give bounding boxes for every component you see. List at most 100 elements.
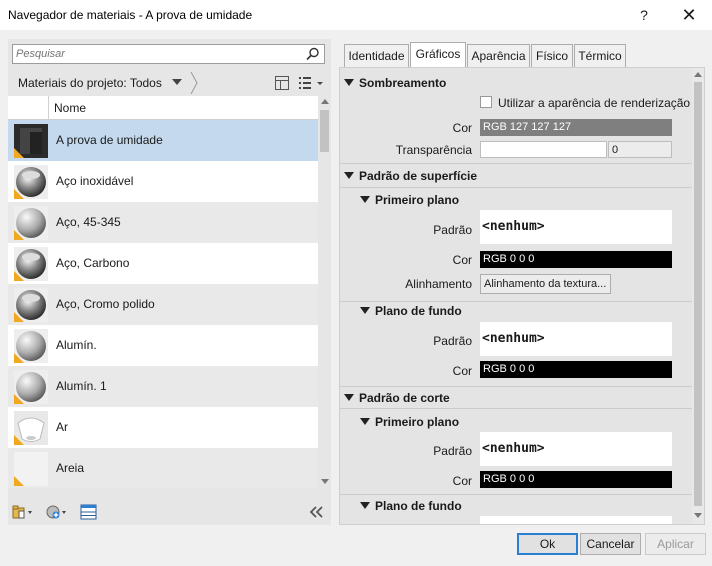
- ok-button[interactable]: Ok: [517, 533, 578, 555]
- material-name: Alumín. 1: [56, 379, 107, 393]
- material-name: Aço inoxidável: [56, 174, 134, 188]
- transparency-slider[interactable]: [480, 141, 607, 158]
- collapse-triangle-icon[interactable]: [344, 394, 354, 401]
- material-list[interactable]: Nome A prova de umidade Aço inoxidável Aço…: [8, 96, 318, 488]
- collapse-panel-icon[interactable]: [306, 504, 328, 520]
- material-name: A prova de umidade: [56, 133, 163, 147]
- section-surface-title: Padrão de superfície: [359, 169, 478, 183]
- material-thumbnail-icon: [14, 288, 48, 322]
- open-library-icon[interactable]: [12, 504, 34, 520]
- material-name: Areia: [56, 461, 85, 475]
- material-name: Alumín.: [56, 338, 97, 352]
- material-thumbnail-icon: [14, 329, 48, 363]
- list-item[interactable]: Areia: [8, 448, 318, 488]
- list-item[interactable]: Aço inoxidável: [8, 161, 318, 202]
- chevron-down-icon[interactable]: [172, 79, 182, 85]
- scroll-up-arrow-icon[interactable]: [694, 72, 702, 77]
- search-icon[interactable]: [306, 47, 320, 61]
- material-name: Ar: [56, 420, 68, 434]
- texture-alignment-button[interactable]: Alinhamento da textura...: [480, 274, 611, 294]
- surface-bg-color-swatch[interactable]: RGB 0 0 0: [480, 361, 672, 378]
- scroll-up-arrow-icon[interactable]: [321, 99, 329, 104]
- separator: [340, 187, 692, 188]
- surface-bg-pattern-box[interactable]: <nenhum>: [480, 322, 672, 356]
- help-button[interactable]: ?: [632, 5, 656, 25]
- tab-aparencia[interactable]: Aparência: [467, 44, 530, 67]
- shading-color-swatch[interactable]: RGB 127 127 127: [480, 119, 672, 136]
- subsection-surface-background[interactable]: Plano de fundo: [360, 304, 462, 318]
- collapse-triangle-icon[interactable]: [344, 79, 354, 86]
- separator: [340, 386, 692, 387]
- section-cut-pattern[interactable]: Padrão de corte: [344, 391, 450, 405]
- surface-fg-align-label: Alinhamento: [405, 277, 472, 291]
- scroll-down-arrow-icon[interactable]: [321, 479, 329, 484]
- section-shading[interactable]: Sombreamento: [344, 76, 446, 90]
- cut-fg-pattern-box[interactable]: <nenhum>: [480, 432, 672, 466]
- subsection-title: Plano de fundo: [375, 499, 462, 513]
- breadcrumb-separator-icon: [190, 72, 198, 94]
- surface-fg-color-swatch[interactable]: RGB 0 0 0: [480, 251, 672, 268]
- list-item[interactable]: Aço, Carbono: [8, 243, 318, 284]
- tab-graficos[interactable]: Gráficos: [410, 42, 466, 68]
- list-header[interactable]: Nome: [8, 96, 318, 120]
- cancel-button[interactable]: Cancelar: [580, 533, 641, 555]
- search-box[interactable]: [12, 44, 325, 64]
- collapse-triangle-icon[interactable]: [360, 418, 370, 425]
- library-toolbar: [8, 500, 331, 525]
- material-name: Aço, Carbono: [56, 256, 130, 270]
- surface-bg-color-label: Cor: [452, 364, 472, 378]
- collapse-triangle-icon[interactable]: [344, 172, 354, 179]
- cut-bg-pattern-box[interactable]: [480, 516, 672, 524]
- subsection-title: Primeiro plano: [375, 415, 460, 429]
- material-name: Aço, 45-345: [56, 215, 121, 229]
- list-item[interactable]: Aço, Cromo polido: [8, 284, 318, 325]
- use-render-appearance-checkbox[interactable]: [480, 96, 492, 108]
- breadcrumb-label: Materiais do projeto: Todos: [18, 76, 162, 90]
- surface-fg-color-label: Cor: [452, 253, 472, 267]
- section-cut-title: Padrão de corte: [359, 391, 450, 405]
- tab-identidade[interactable]: Identidade: [344, 44, 409, 67]
- material-thumbnail-icon: [14, 165, 48, 199]
- name-column-header[interactable]: Nome: [54, 101, 86, 115]
- collapse-triangle-icon[interactable]: [360, 502, 370, 509]
- transparency-value-field[interactable]: 0: [608, 141, 672, 158]
- separator: [340, 408, 692, 409]
- subsection-surface-foreground[interactable]: Primeiro plano: [360, 193, 459, 207]
- list-scrollbar[interactable]: [318, 96, 331, 488]
- search-input[interactable]: [16, 47, 296, 61]
- subsection-title: Plano de fundo: [375, 304, 462, 318]
- window-title: Navegador de materiais - A prova de umid…: [8, 8, 253, 22]
- tab-termico[interactable]: Térmico: [574, 44, 626, 67]
- material-editor-icon[interactable]: [80, 504, 102, 520]
- cut-fg-color-swatch[interactable]: RGB 0 0 0: [480, 471, 672, 488]
- create-material-icon[interactable]: [46, 504, 68, 520]
- cut-fg-color-label: Cor: [452, 474, 472, 488]
- material-thumbnail-icon: [14, 247, 48, 281]
- material-thumbnail-icon: [14, 411, 48, 445]
- subsection-title: Primeiro plano: [375, 193, 460, 207]
- collapse-triangle-icon[interactable]: [360, 307, 370, 314]
- close-button[interactable]: ✕: [674, 5, 704, 25]
- scrollbar-thumb[interactable]: [320, 110, 329, 152]
- list-view-icon[interactable]: [298, 76, 326, 90]
- panel-toggle-icon[interactable]: [275, 76, 289, 90]
- list-item[interactable]: A prova de umidade: [8, 120, 318, 161]
- list-item[interactable]: Alumín. 1: [8, 366, 318, 407]
- material-thumbnail-icon: [14, 452, 48, 486]
- section-surface-pattern[interactable]: Padrão de superfície: [344, 169, 477, 183]
- material-name: Aço, Cromo polido: [56, 297, 155, 311]
- apply-button[interactable]: Aplicar: [645, 533, 706, 555]
- collapse-triangle-icon[interactable]: [360, 196, 370, 203]
- transparency-label: Transparência: [395, 143, 472, 157]
- scrollbar-thumb[interactable]: [694, 82, 702, 506]
- surface-fg-pattern-box[interactable]: <nenhum>: [480, 210, 672, 244]
- subsection-cut-foreground[interactable]: Primeiro plano: [360, 415, 459, 429]
- tab-fisico[interactable]: Físico: [531, 44, 573, 67]
- list-item[interactable]: Aço, 45-345: [8, 202, 318, 243]
- scroll-down-arrow-icon[interactable]: [694, 513, 702, 518]
- properties-scrollbar[interactable]: [692, 68, 704, 524]
- list-item[interactable]: Alumín.: [8, 325, 318, 366]
- material-thumbnail-icon: [14, 206, 48, 240]
- subsection-cut-background[interactable]: Plano de fundo: [360, 499, 462, 513]
- list-item[interactable]: Ar: [8, 407, 318, 448]
